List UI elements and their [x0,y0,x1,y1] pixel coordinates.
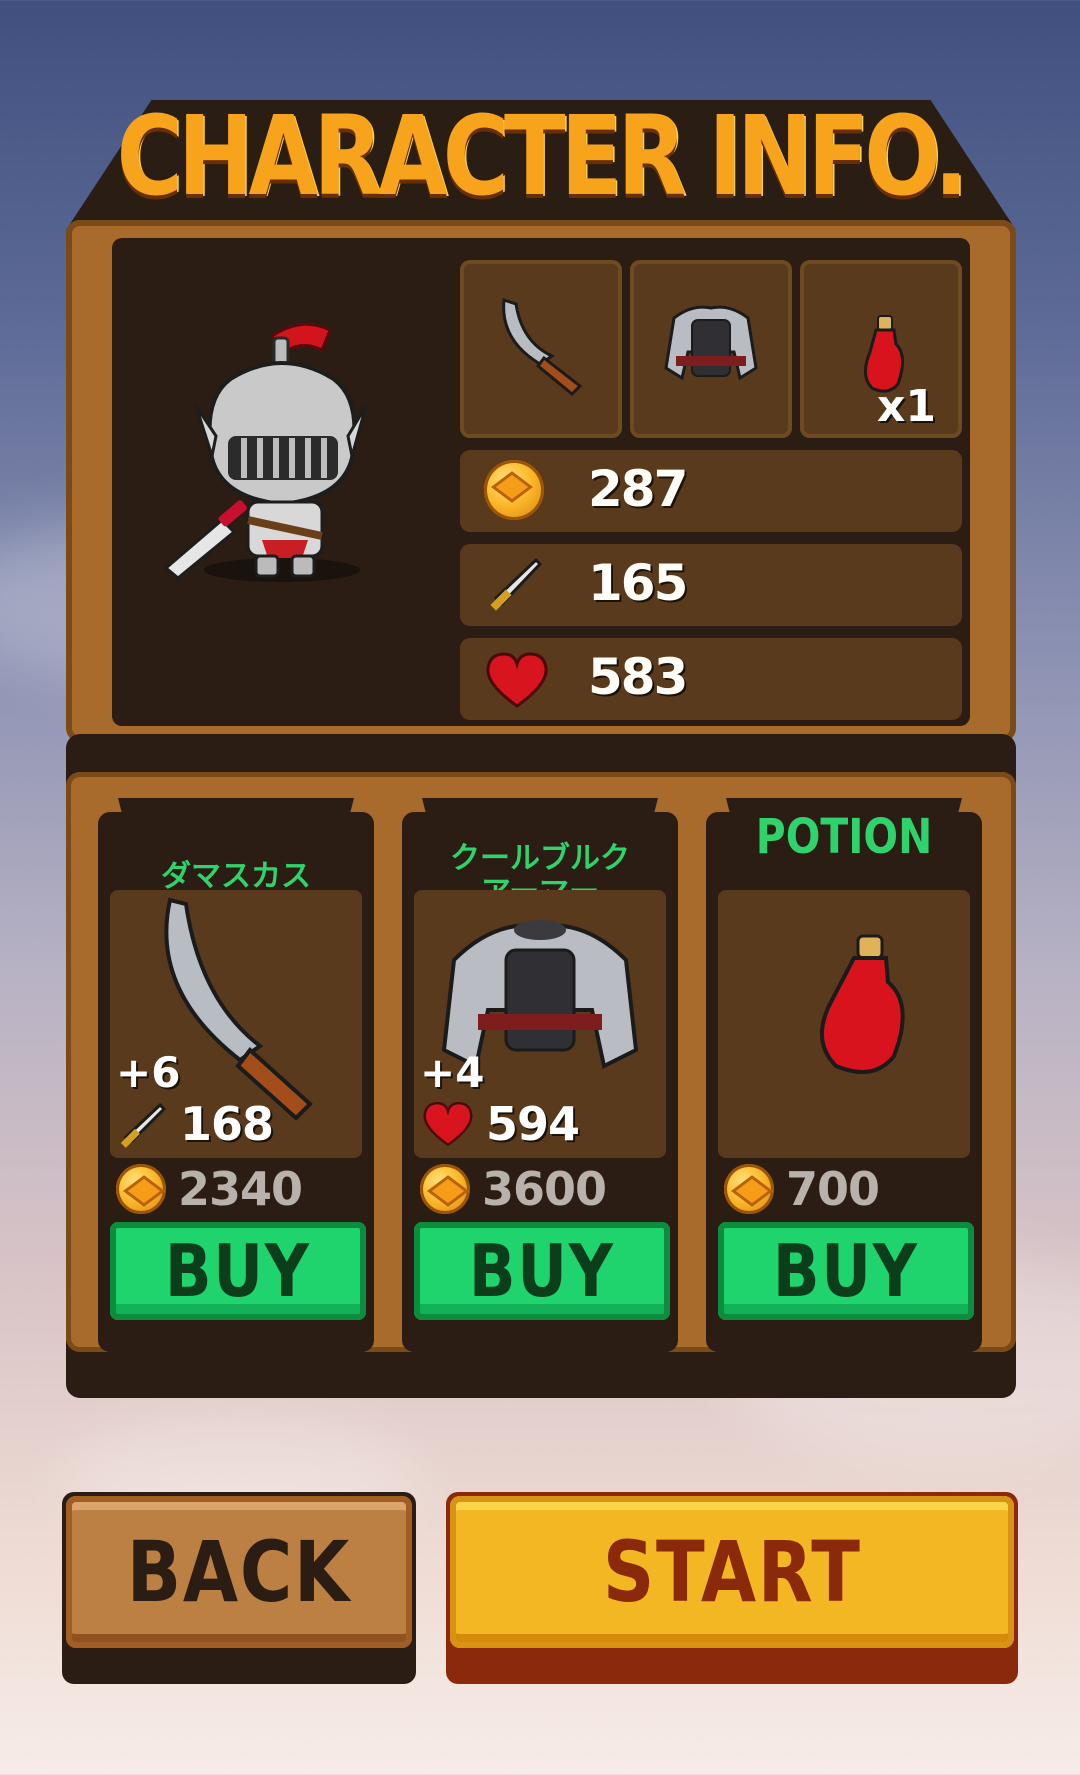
price-value: 3600 [482,1162,607,1216]
equip-slot-armor[interactable] [630,260,792,438]
buy-button-damascus[interactable]: BUY [110,1222,366,1320]
equip-slot-potion[interactable]: x1 [800,260,962,438]
shop-item-potion: POTION 700 BUY [706,798,982,1352]
gold-value: 287 [588,460,688,518]
knight-character [163,322,368,582]
stat-value: 594 [486,1097,580,1151]
price-value: 2340 [178,1162,303,1216]
attack-stat-row: 165 [460,544,962,626]
potion-icon [819,934,905,1074]
item-name: POTION [755,809,933,865]
sword-icon [490,557,543,611]
heart-icon [486,652,548,708]
buy-label: BUY [469,1229,615,1313]
shop-item-damascus: ダマスカス +6 168 2340 BUY [98,798,374,1352]
armor-icon [664,305,758,381]
shop-item-armor: クールブルク アーマー +4 594 3600 BUY [402,798,678,1352]
stat-bonus: +4 [420,1048,485,1097]
price-value: 700 [786,1162,880,1216]
page-title: CHARACTER INFO. [116,92,969,220]
coin-icon [420,1164,470,1214]
stat-line: 594 [420,1097,580,1151]
stat-value: 168 [180,1097,274,1151]
buy-button-armor[interactable]: BUY [414,1222,670,1320]
gold-stat-row: 287 [460,450,962,532]
character-info-inner: x1 287 165 583 [112,238,970,726]
back-label: BACK [126,1523,352,1621]
price: 700 [724,1162,880,1216]
start-button[interactable]: START [446,1492,1018,1684]
coin-icon [116,1164,166,1214]
back-button[interactable]: BACK [62,1492,416,1684]
item-name: ダマスカス [161,859,311,894]
potion-quantity: x1 [877,381,936,432]
character-info-panel: x1 287 165 583 [66,220,1016,742]
start-label: START [602,1523,862,1621]
buy-button-potion[interactable]: BUY [718,1222,974,1320]
price: 3600 [420,1162,607,1216]
health-stat-row: 583 [460,638,962,720]
scimitar-icon [502,297,583,397]
sword-icon [120,1102,167,1148]
shop-panel: ダマスカス +6 168 2340 BUY クールブルク アーマー [66,734,1016,1398]
coin-icon [724,1164,774,1214]
health-value: 583 [588,648,688,706]
buy-label: BUY [165,1229,311,1313]
equip-slot-weapon[interactable] [460,260,622,438]
coin-icon [484,460,544,520]
stat-bonus: +6 [116,1048,181,1097]
price: 2340 [116,1162,303,1216]
heart-icon [423,1101,473,1147]
stat-line: 168 [116,1097,274,1151]
buy-label: BUY [773,1229,919,1313]
attack-value: 165 [588,554,688,612]
